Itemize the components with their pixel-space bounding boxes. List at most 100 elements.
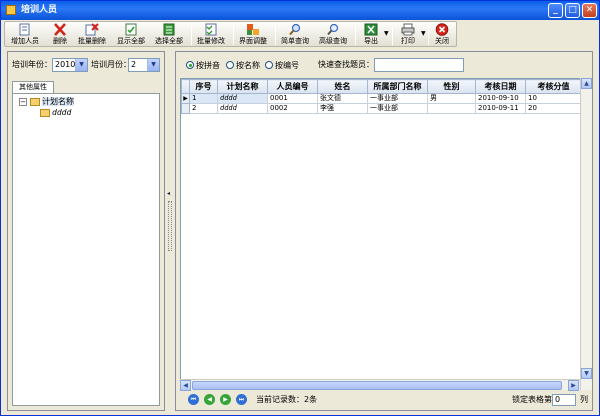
- close-circle-icon: [435, 23, 449, 36]
- batch-delete-button[interactable]: 批量删除: [76, 23, 108, 47]
- year-select[interactable]: 2010 ▼: [52, 58, 88, 72]
- table-cell[interactable]: 1: [189, 93, 218, 104]
- radio-dot[interactable]: [226, 60, 234, 69]
- column-header[interactable]: 考核分值: [525, 79, 582, 94]
- export-dropdown-icon[interactable]: ▼: [384, 30, 389, 37]
- month-label: 培训月份：: [91, 60, 131, 69]
- column-header[interactable]: 序号: [189, 79, 218, 94]
- table-row[interactable]: ▶ 1 dddd 0001 张文德 一事业部 男 2010-09-10 10: [181, 93, 582, 104]
- advanced-search-icon: [327, 23, 339, 36]
- grid-table: 序号 计划名称 人员编号 姓名 所属部门名称 性别 考核日期 考核分值 ▶ 1: [181, 79, 582, 114]
- scroll-up-icon[interactable]: ▲: [581, 78, 592, 89]
- table-cell[interactable]: 10: [525, 93, 582, 104]
- add-document-icon: [19, 23, 30, 36]
- column-header[interactable]: 计划名称: [217, 79, 268, 94]
- print-button[interactable]: 打印: [396, 23, 420, 47]
- print-dropdown-icon[interactable]: ▼: [421, 30, 426, 37]
- quick-search-input[interactable]: [374, 58, 464, 72]
- column-header[interactable]: 所属部门名称: [367, 79, 428, 94]
- simple-search-button[interactable]: 简单查询: [279, 23, 311, 47]
- table-cell[interactable]: 一事业部: [367, 93, 428, 104]
- layout-adjust-button[interactable]: 界面调整: [237, 23, 269, 47]
- lock-columns-stepper[interactable]: 0: [552, 394, 576, 406]
- advanced-search-label: 高级查询: [319, 37, 347, 45]
- toolbar-separator: [191, 25, 192, 45]
- scroll-down-icon[interactable]: ▼: [581, 368, 592, 379]
- delete-label: 删除: [53, 37, 67, 45]
- vertical-scrollbar[interactable]: ▲ ▼: [580, 78, 592, 390]
- column-header[interactable]: 考核日期: [475, 79, 526, 94]
- maximize-button[interactable]: □: [565, 3, 580, 18]
- horizontal-scrollbar[interactable]: ◀ ▶: [180, 379, 580, 391]
- close-button[interactable]: 关闭: [431, 23, 453, 47]
- title-bar[interactable]: 培训人员 _ □ ✕: [1, 1, 599, 20]
- table-cell[interactable]: 0002: [267, 103, 318, 114]
- tree-child-node[interactable]: dddd: [40, 108, 71, 118]
- toolbar-separator: [355, 25, 356, 45]
- radio-dot[interactable]: [186, 60, 194, 69]
- radio-by-code[interactable]: 按编号: [265, 60, 299, 71]
- minimize-button[interactable]: _: [548, 3, 563, 18]
- export-label: 导出: [364, 37, 378, 45]
- batch-edit-icon: [205, 23, 217, 36]
- radio-by-name-label: 按名称: [236, 61, 260, 70]
- add-person-button[interactable]: 增加人员: [9, 23, 41, 47]
- advanced-search-button[interactable]: 高级查询: [317, 23, 349, 47]
- chevron-down-icon[interactable]: ▼: [75, 59, 87, 71]
- tree-root-node[interactable]: 计划名称: [30, 97, 74, 107]
- layout-adjust-label: 界面调整: [239, 37, 267, 45]
- table-cell[interactable]: 男: [427, 93, 476, 104]
- table-row[interactable]: 2 dddd 0002 李强 一事业部 2010-09-11 20: [181, 103, 582, 114]
- table-cell[interactable]: 2010-09-11: [475, 103, 526, 114]
- table-cell[interactable]: 2: [189, 103, 218, 114]
- simple-search-label: 简单查询: [281, 37, 309, 45]
- table-cell[interactable]: dddd: [217, 103, 268, 114]
- right-panel: 按拼音 按名称 按编号 快速查找题员： 序号 计划名称 人员编号 姓名 所属部门…: [175, 51, 593, 411]
- show-all-icon: [125, 23, 137, 36]
- delete-button[interactable]: 删除: [49, 23, 71, 47]
- select-all-button[interactable]: 选择全部: [153, 23, 185, 47]
- tree-root-label: 计划名称: [42, 97, 74, 106]
- scroll-left-icon[interactable]: ◀: [180, 380, 191, 391]
- toolbar-separator: [392, 25, 393, 45]
- select-all-icon: [163, 23, 175, 36]
- radio-dot[interactable]: [265, 60, 273, 69]
- column-header[interactable]: 姓名: [317, 79, 368, 94]
- export-button[interactable]: 导出: [359, 23, 383, 47]
- month-select[interactable]: 2 ▼: [128, 58, 160, 72]
- splitter-grip[interactable]: [168, 201, 172, 251]
- status-bar: ⏮ ◀ ▶ ⏭ 当前记录数：2条 锁定表格第 0 列: [180, 394, 588, 408]
- collapse-left-icon[interactable]: ◂: [167, 191, 173, 197]
- table-cell[interactable]: 李强: [317, 103, 368, 114]
- prev-record-icon[interactable]: ◀: [204, 394, 215, 405]
- next-record-icon[interactable]: ▶: [220, 394, 231, 405]
- table-cell[interactable]: 2010-09-10: [475, 93, 526, 104]
- radio-by-pinyin[interactable]: 按拼音: [186, 60, 220, 71]
- column-header[interactable]: 性别: [427, 79, 476, 94]
- show-all-button[interactable]: 显示全部: [115, 23, 147, 47]
- horizontal-scroll-thumb[interactable]: [192, 381, 562, 390]
- table-cell[interactable]: 0001: [267, 93, 318, 104]
- scroll-right-icon[interactable]: ▶: [568, 380, 579, 391]
- layout-adjust-icon: [247, 24, 259, 35]
- record-count: 当前记录数：2条: [256, 395, 318, 404]
- tab-other-properties[interactable]: 其他属性: [12, 81, 54, 93]
- table-cell[interactable]: [427, 103, 476, 114]
- table-cell[interactable]: 一事业部: [367, 103, 428, 114]
- chevron-down-icon[interactable]: ▼: [147, 59, 159, 71]
- delete-x-icon: [54, 23, 66, 36]
- tree-collapse-icon[interactable]: −: [19, 98, 27, 106]
- toolbar: 增加人员 删除 批量删除 显示全部 选择全部 批量修改 界面调整 简单查询 高级…: [4, 21, 457, 47]
- close-window-button[interactable]: ✕: [582, 3, 597, 18]
- main-window: 培训人员 _ □ ✕ 增加人员 删除 批量删除 显示全部 选择全部 批量修改 界…: [0, 0, 600, 416]
- splitter[interactable]: ◂: [167, 51, 173, 411]
- first-record-icon[interactable]: ⏮: [188, 394, 199, 405]
- table-cell[interactable]: 20: [525, 103, 582, 114]
- batch-edit-button[interactable]: 批量修改: [195, 23, 227, 47]
- table-cell[interactable]: dddd: [217, 93, 268, 104]
- table-cell[interactable]: 张文德: [317, 93, 368, 104]
- radio-by-name[interactable]: 按名称: [226, 60, 260, 71]
- column-header[interactable]: 人员编号: [267, 79, 318, 94]
- row-indicator: [181, 103, 190, 114]
- last-record-icon[interactable]: ⏭: [236, 394, 247, 405]
